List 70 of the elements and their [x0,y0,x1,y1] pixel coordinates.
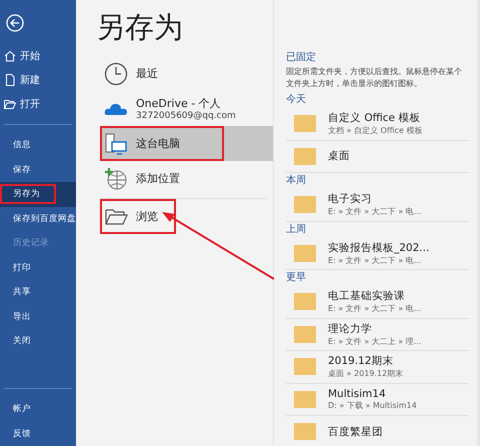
folder-name: Multisim14 [328,388,387,400]
folder-icon [294,115,316,132]
menu-item[interactable]: 保存 [0,160,34,180]
globe-add-icon [104,166,128,190]
document-icon [4,74,16,86]
location-name: 最近 [136,66,158,81]
menu-item[interactable]: 共享 [0,282,34,302]
folder-name: 理论力学 [328,322,373,336]
menu-item[interactable]: 反馈 [0,424,34,444]
folder-name: 2019.12期末 [328,354,394,368]
folder-item[interactable]: Multisim14 D: » 下载 » Multisim14 [286,384,469,416]
folder-item[interactable]: 自定义 Office 模板 文档 » 自定义 Office 模板 [286,108,469,140]
section-header: 上周 [286,222,307,236]
folder-icon [294,423,316,440]
folder-path: 桌面 » 2019.12期末 [328,368,404,380]
location-name: 浏览 [136,209,158,224]
section-header: 更早 [286,271,307,285]
folder-path: 文档 » 自定义 Office 模板 [328,125,422,136]
folder-icon [294,326,316,343]
menu-item[interactable]: 保存到百度网盘 [0,208,79,229]
folder-path: E: » 文件 » 大二上 » 理... [328,336,422,347]
folder-icon [294,390,316,408]
folder-name: 桌面 [328,149,350,164]
location-name: OneDrive - 个人 [136,96,222,111]
pinned-hint: 固定所需文件夹，方便以后查找。鼠标悬停在某个文件夹上方时，单击显示的图钉图标。 [286,66,463,90]
folder-item[interactable]: 电工基础实验课 E: » 文件 » 大二下 » 电... [286,286,469,318]
menu-item[interactable]: 打印 [0,258,34,278]
page-title: 另存为 [96,9,184,46]
folder-path: E: » 文件 » 大二下 » 电... [328,254,422,266]
folder-name: 电子实习 [328,192,373,206]
section-header: 今天 [286,93,307,107]
menu-item[interactable]: 开始 [20,49,40,63]
folder-icon [294,196,316,214]
folder-icon [294,148,316,165]
location-name: 这台电脑 [136,136,180,151]
folder-icon [294,244,316,262]
location-item[interactable]: 最近 [100,56,273,91]
folder-icon [4,98,16,110]
section-header: 本周 [286,174,307,188]
section-header: 已固定 [286,50,317,65]
folder-path: D: » 下载 » Multisim14 [328,400,417,411]
location-item[interactable]: OneDrive - 个人 3272005609@qq.com [100,91,273,126]
folder-icon [294,358,316,376]
home-icon [4,50,16,62]
computer-icon [104,132,128,156]
menu-item[interactable]: 帐户 [0,399,34,420]
account-email: 3272005609@qq.com [136,111,236,121]
location-item[interactable]: 这台电脑 [100,126,273,161]
menu-item[interactable]: 信息 [0,135,34,156]
folder-path: E: » 文件 » 大二下 » 电... [328,303,422,314]
menu-item[interactable]: 打开 [20,97,40,111]
folder-item[interactable]: 理论力学 E: » 文件 » 大二上 » 理... [286,318,469,351]
location-item[interactable]: 浏览 [100,199,273,234]
folder-name: 自定义 Office 模板 [328,111,422,126]
clock-icon [104,62,128,86]
folder-item[interactable]: 百度繁星团 [286,416,469,446]
folder-name: 实验报告模板_202... [328,240,430,255]
menu-item[interactable]: 关闭 [0,331,34,352]
location-item[interactable]: 添加位置 [100,161,273,196]
folder-item[interactable]: 电子实习 E: » 文件 » 大二下 » 电... [286,189,469,222]
folder-item[interactable]: 桌面 [286,140,469,173]
folder-item[interactable]: 2019.12期末 桌面 » 2019.12期末 [286,351,469,384]
menu-item[interactable]: 导出 [0,306,34,327]
location-name: 添加位置 [136,171,180,186]
menu-item[interactable]: 新建 [20,73,40,87]
folder-name: 百度繁星团 [328,424,383,439]
folder-path: E: » 文件 » 大二下 » 电... [328,206,422,218]
folder-icon [294,293,316,310]
folder-name: 电工基础实验课 [328,289,406,304]
folder-item[interactable]: 实验报告模板_202... E: » 文件 » 大二下 » 电... [286,238,469,270]
